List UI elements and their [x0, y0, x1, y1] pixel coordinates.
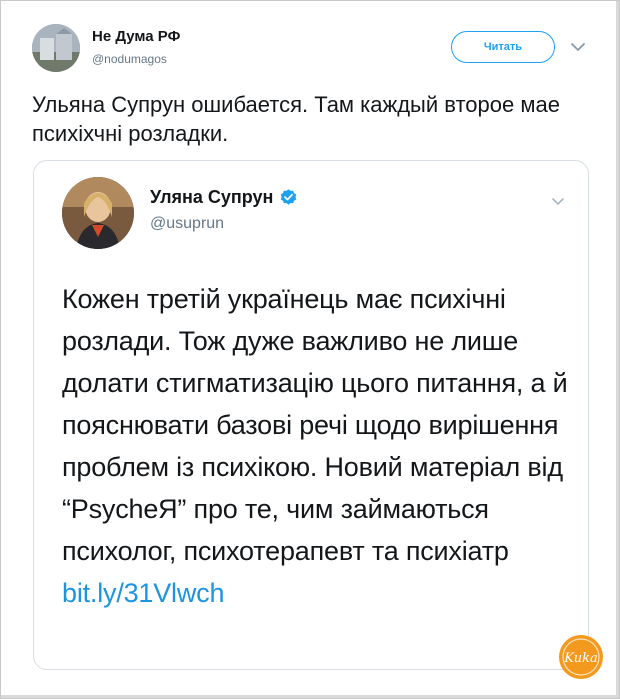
avatar-image — [32, 24, 80, 72]
chevron-down-icon[interactable] — [548, 191, 568, 211]
quoted-author-handle[interactable]: @usuprun — [150, 215, 224, 233]
author-name[interactable]: Не Дума РФ — [92, 28, 180, 45]
quoted-author-name-row[interactable]: Уляна Супрун — [150, 187, 298, 208]
avatar-image — [62, 177, 134, 249]
chevron-down-icon[interactable] — [568, 37, 588, 57]
follow-button[interactable]: Читать — [451, 31, 555, 63]
quoted-author-name[interactable]: Уляна Супрун — [150, 187, 273, 208]
site-watermark-logo: Kuka — [559, 635, 603, 679]
quoted-tweet-text: Кожен третій українець має психічні розл… — [62, 278, 582, 614]
quoted-tweet-link[interactable]: bit.ly/31Vlwch — [62, 578, 224, 608]
verified-badge-icon — [279, 188, 298, 207]
tweet-text: Ульяна Супрун ошибается. Там каждый втор… — [32, 92, 560, 146]
quoted-tweet-body: Кожен третій українець має психічні розл… — [62, 284, 568, 566]
watermark-text: Kuka — [563, 651, 597, 666]
author-avatar[interactable] — [32, 24, 80, 72]
quoted-author-avatar[interactable] — [62, 177, 134, 249]
quoted-tweet-card[interactable]: Уляна Супрун @usuprun Кожен третій украї… — [33, 160, 589, 670]
author-handle[interactable]: @nodumagos — [92, 52, 167, 66]
